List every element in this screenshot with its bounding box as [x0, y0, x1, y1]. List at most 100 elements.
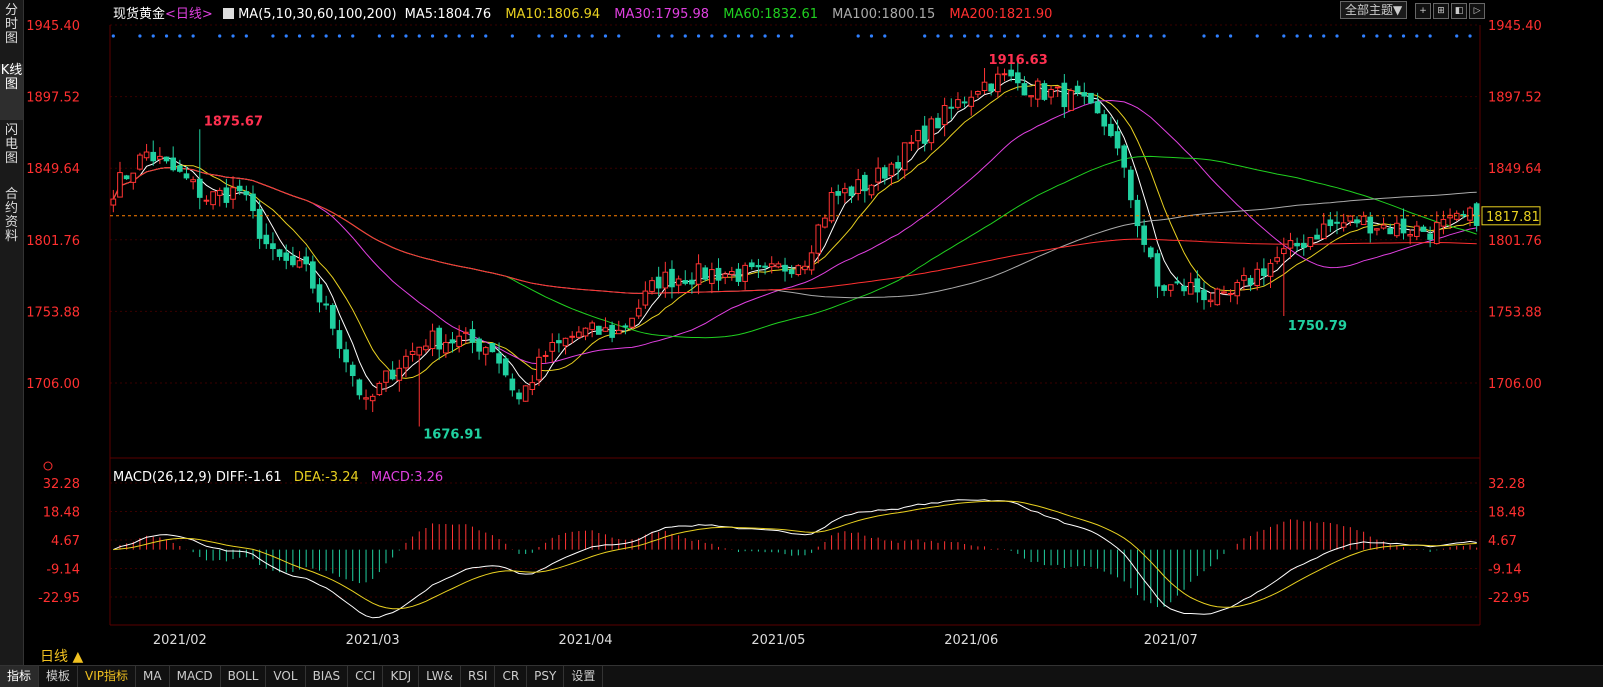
crosshair-icon[interactable]: +	[1415, 2, 1432, 19]
indicator-tab-6[interactable]: VOL	[266, 666, 306, 687]
candle-34	[336, 330, 343, 349]
indicator-tab-14[interactable]: 设置	[564, 666, 604, 687]
signal-dot-6	[151, 34, 155, 38]
candle-79	[635, 307, 642, 317]
period-button[interactable]: 日线 ▲	[40, 646, 83, 666]
candle-49	[436, 327, 443, 350]
candle-184	[1334, 221, 1340, 224]
signal-dot-164	[1202, 34, 1206, 38]
macd-tick-right-4: -22.95	[1488, 591, 1530, 606]
candle-141	[1048, 88, 1054, 98]
indicator-tab-7[interactable]: BIAS	[306, 666, 349, 687]
candle-61	[516, 392, 522, 400]
candle-35	[343, 349, 349, 363]
candle-116	[881, 167, 888, 179]
macd-tick-left-1: 18.48	[43, 505, 80, 520]
forward-icon[interactable]: ▷	[1469, 2, 1486, 19]
indicator-tab-13[interactable]: PSY	[527, 666, 565, 687]
period-label[interactable]: <日线>	[165, 7, 213, 22]
candle-80	[642, 290, 649, 306]
price-tick-right-0: 1945.40	[1488, 19, 1542, 34]
candle-105	[808, 252, 815, 271]
macd-settings-icon[interactable]	[43, 461, 53, 471]
back-icon[interactable]: ◧	[1451, 2, 1468, 19]
candle-171	[1247, 277, 1254, 286]
candle-0	[110, 198, 117, 206]
candle-153	[1128, 169, 1134, 201]
candle-119	[901, 142, 908, 171]
price-tick-right-3: 1801.76	[1488, 234, 1542, 249]
candle-159	[1167, 284, 1174, 291]
layout-icon[interactable]: ⊞	[1433, 2, 1450, 19]
indicator-tab-5[interactable]: BOLL	[221, 666, 267, 687]
kline-chart[interactable]: 1945.40 1945.40 1897.52 1897.52 1849.64 1849.…	[24, 0, 1603, 665]
theme-dropdown[interactable]: 全部主题▼	[1340, 1, 1408, 19]
candle-128	[961, 101, 968, 104]
candle-38	[363, 397, 369, 400]
candle-166	[1214, 288, 1221, 306]
tab-contract-info[interactable]: 合约资料	[0, 188, 23, 262]
macd-diff: DIFF:-1.61	[215, 470, 282, 485]
signal-dot-26	[284, 34, 288, 38]
indicator-tab-11[interactable]: RSI	[461, 666, 496, 687]
candle-198	[1427, 233, 1433, 240]
signal-dot-148	[1095, 34, 1100, 38]
signal-dot-134	[1002, 34, 1007, 38]
signal-dot-18	[231, 34, 235, 38]
candle-133	[995, 73, 1001, 93]
signal-dot-96	[750, 34, 754, 38]
signal-dot-204	[1468, 34, 1472, 38]
indicator-tab-4[interactable]: MACD	[170, 666, 221, 687]
candle-186	[1347, 215, 1354, 222]
tab-kline[interactable]: K线图	[0, 64, 23, 120]
indicator-tab-10[interactable]: LW&	[419, 666, 461, 687]
indicator-tab-0[interactable]: 指标	[0, 666, 40, 687]
annot-1916-63: 1916.63	[989, 53, 1048, 68]
candle-149	[1101, 114, 1108, 127]
indicator-tab-12[interactable]: CR	[495, 666, 528, 687]
signal-dot-114	[869, 34, 874, 38]
candle-63	[529, 382, 536, 390]
signal-dot-66	[550, 34, 554, 38]
indicator-tab-8[interactable]: CCI	[348, 666, 384, 687]
indicator-tab-9[interactable]: KDJ	[383, 666, 420, 687]
candle-161	[1181, 285, 1187, 292]
candle-200	[1440, 218, 1447, 227]
signal-dot-90	[710, 34, 714, 38]
candle-123	[928, 118, 935, 144]
signal-dot-150	[1109, 34, 1113, 38]
candle-152	[1121, 145, 1128, 168]
signal-dot-142	[1056, 34, 1060, 38]
signal-dot-196	[1415, 34, 1419, 38]
candle-13	[196, 178, 203, 198]
candle-32	[323, 303, 329, 306]
signal-dot-144	[1069, 34, 1073, 38]
candle-9	[170, 157, 177, 171]
indicator-tab-1[interactable]: 模板	[39, 666, 79, 687]
candle-157	[1154, 253, 1161, 287]
candle-139	[1034, 80, 1041, 100]
candle-94	[735, 268, 742, 282]
candle-78	[629, 317, 635, 328]
candle-60	[509, 378, 516, 391]
candle-205	[1473, 203, 1480, 226]
indicator-tab-2[interactable]: VIP指标	[78, 666, 137, 687]
macd-dea: DEA:-3.24	[293, 470, 359, 485]
candle-48	[429, 330, 436, 350]
tab-lightning[interactable]: 闪电图	[0, 124, 23, 180]
candle-102	[788, 269, 795, 275]
signal-dot-60	[510, 34, 514, 38]
candle-136	[1014, 72, 1021, 84]
candle-188	[1360, 215, 1367, 226]
candle-103	[795, 265, 802, 276]
signal-dot-122	[923, 34, 927, 38]
signal-dot-10	[178, 34, 182, 38]
signal-dot-42	[391, 34, 395, 38]
macd-tick-right-3: -9.14	[1488, 562, 1522, 577]
candle-199	[1433, 222, 1440, 245]
candle-169	[1234, 281, 1241, 297]
indicator-tab-3[interactable]: MA	[136, 666, 170, 687]
price-tick-left-2: 1849.64	[26, 162, 80, 177]
signal-dot-126	[949, 34, 953, 38]
tab-timeshare[interactable]: 分时图	[0, 4, 23, 60]
